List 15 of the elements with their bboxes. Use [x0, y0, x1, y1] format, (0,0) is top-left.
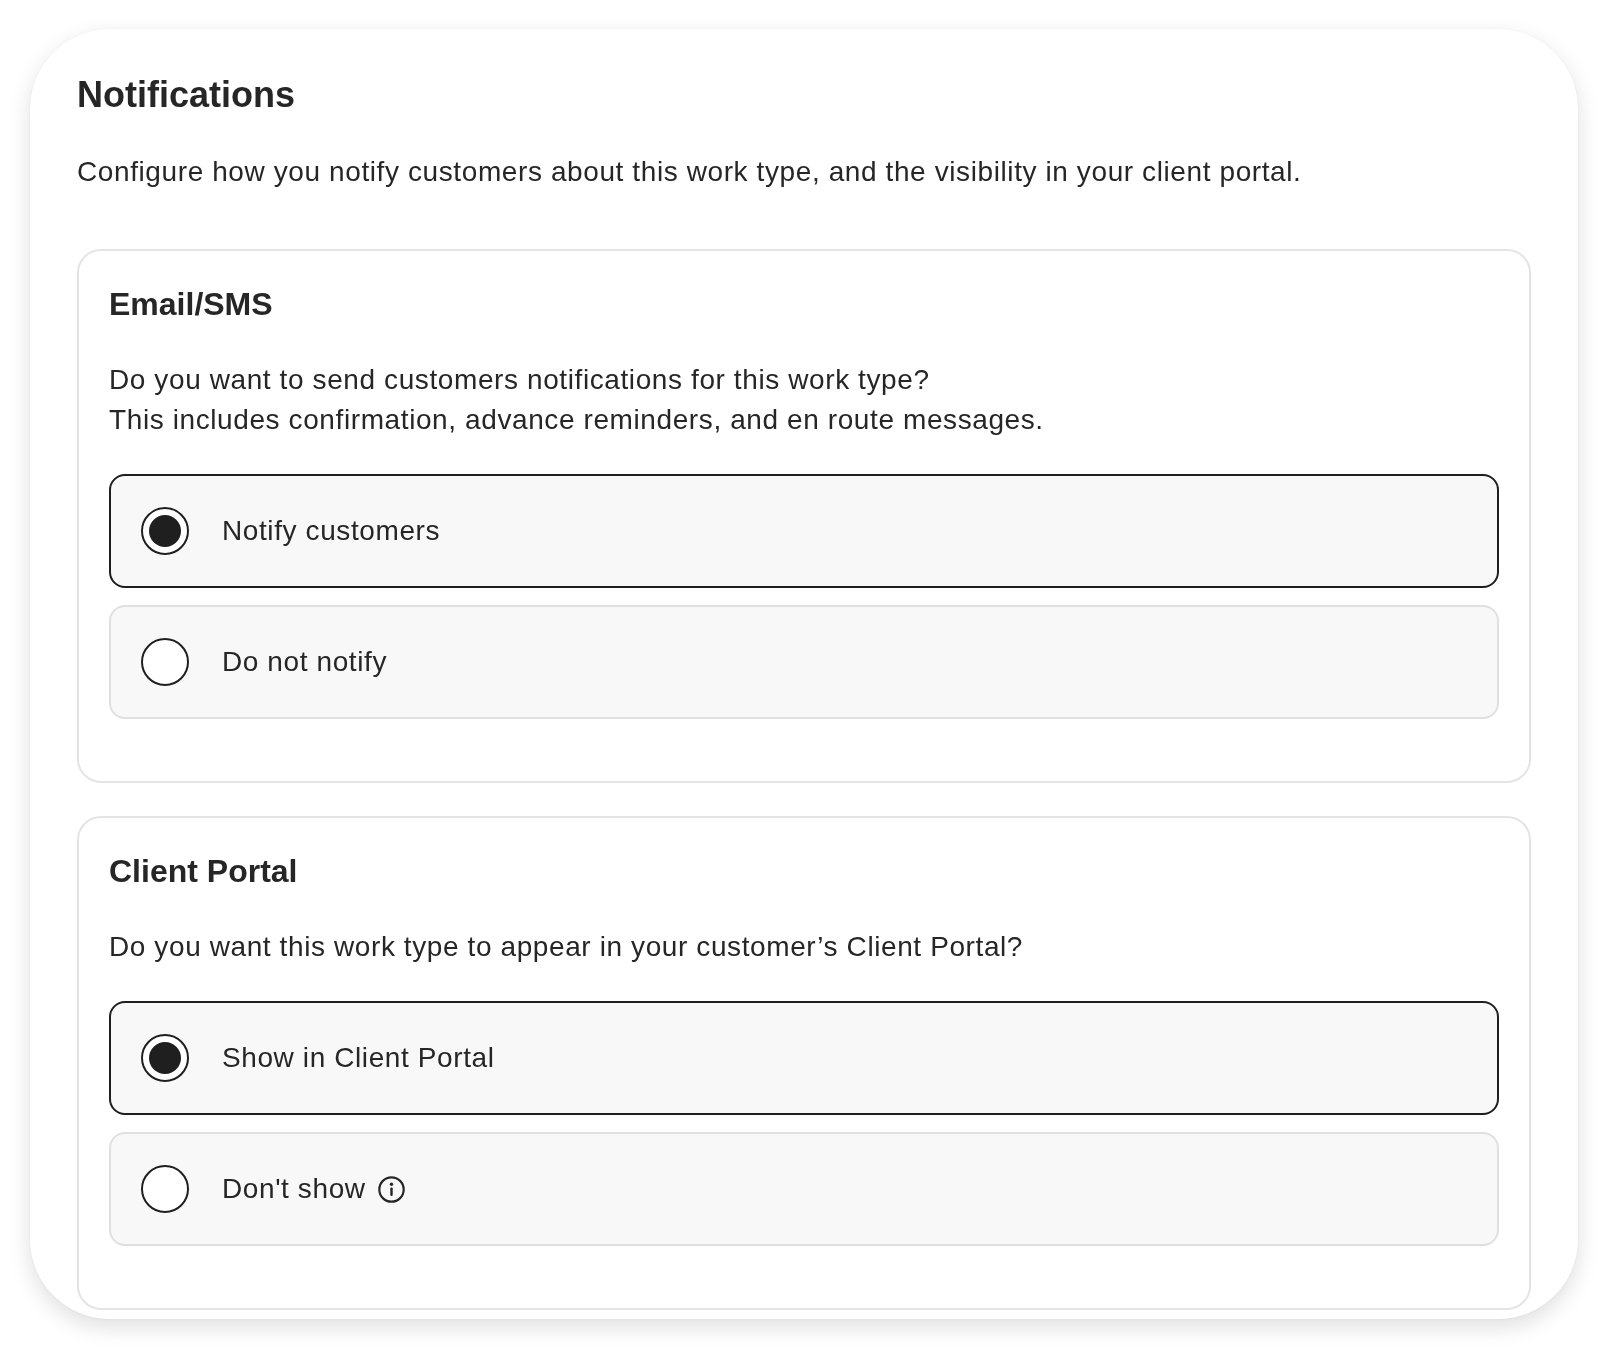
section-question: Do you want this work type to appear in your customer’s Client Portal?	[109, 930, 1024, 964]
radio-button[interactable]	[141, 1034, 189, 1082]
panel-title: Notifications	[77, 73, 295, 117]
radio-option[interactable]: Do not notify	[109, 605, 1499, 719]
radio-option[interactable]: Don't show	[109, 1132, 1499, 1246]
radio-option[interactable]: Notify customers	[109, 474, 1499, 588]
radio-option[interactable]: Show in Client Portal	[109, 1001, 1499, 1115]
section-question: Do you want to send customers notifications for this work type? This includes confirmation, advance reminders, and en route messages.	[109, 363, 1044, 437]
info-icon[interactable]	[377, 1175, 405, 1203]
section-heading: Client Portal	[109, 852, 298, 891]
radio-button[interactable]	[141, 638, 189, 686]
radio-button[interactable]	[141, 1165, 189, 1213]
section-heading: Email/SMS	[109, 285, 273, 324]
panel-description: Configure how you notify customers about this work type, and the visibility in your client portal.	[77, 155, 1302, 189]
radio-button[interactable]	[141, 507, 189, 555]
